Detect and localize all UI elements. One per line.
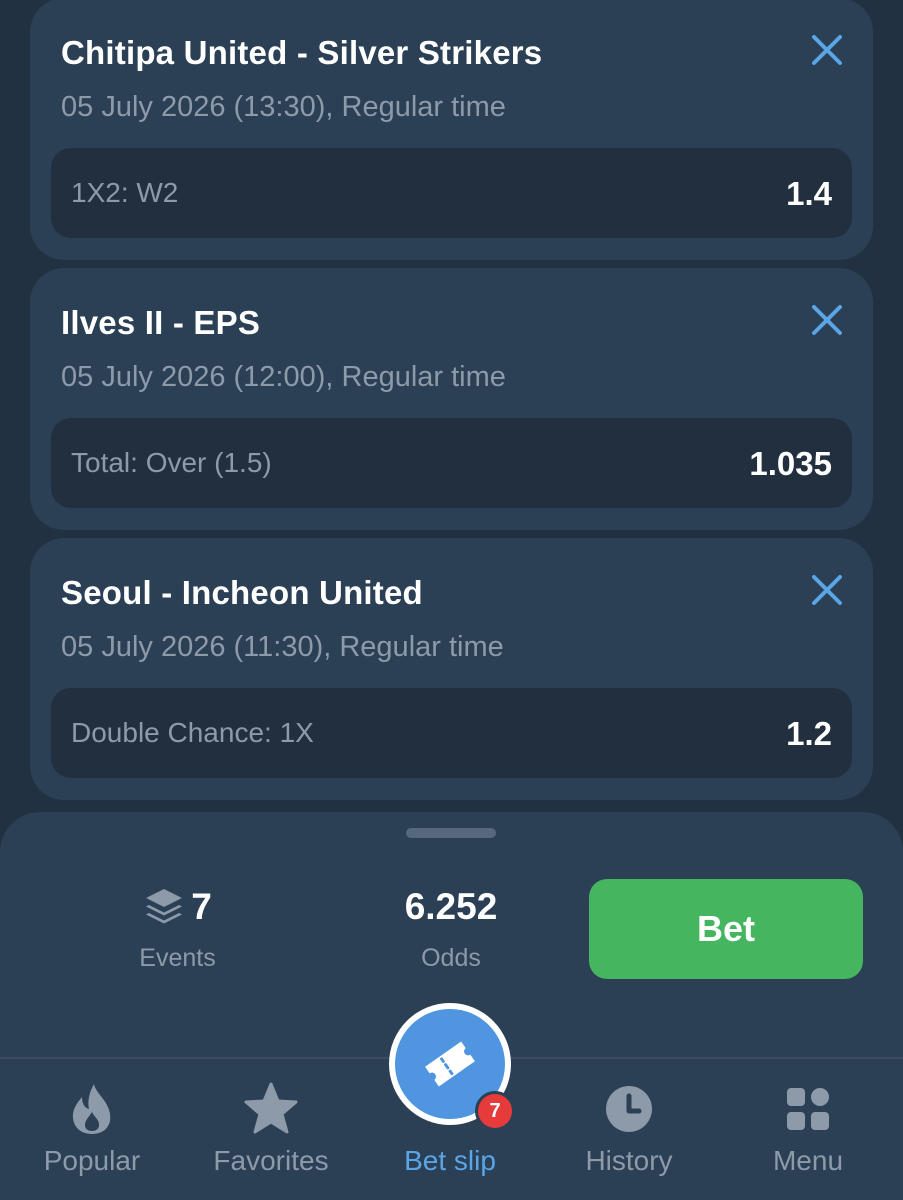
nav-popular-label: Popular [43, 1145, 141, 1176]
market-label: 1X2: W2 [71, 177, 179, 208]
bet-slip-screen: Chitipa United - Silver Strikers 05 July… [0, 0, 903, 1200]
odds-stat: 6.252 Odds [370, 884, 532, 973]
events-label: Events [139, 944, 216, 972]
market-row: Double Chance: 1X 1.2 [51, 688, 852, 778]
close-icon [812, 35, 842, 65]
drag-handle[interactable] [406, 828, 496, 838]
nav-popular[interactable]: Popular [2, 1059, 182, 1200]
ticket-icon [425, 1041, 475, 1087]
market-row: 1X2: W2 1.4 [51, 148, 852, 238]
grid-icon [787, 1088, 829, 1130]
match-datetime: 05 July 2026 (11:30), Regular time [61, 631, 504, 663]
nav-betslip-label: Bet slip [404, 1145, 496, 1176]
bet-card: Seoul - Incheon United 05 July 2026 (11:… [30, 538, 873, 800]
nav-history-label: History [585, 1145, 673, 1176]
remove-bet-button[interactable] [807, 570, 847, 610]
events-count: 7 [191, 886, 212, 927]
bet-card: Ilves II - EPS 05 July 2026 (12:00), Reg… [30, 268, 873, 530]
events-stat: 7 Events [120, 884, 235, 973]
market-odds: 1.035 [749, 445, 832, 482]
total-odds: 6.252 [404, 886, 498, 927]
clock-icon [606, 1086, 652, 1132]
close-icon [812, 575, 842, 605]
match-title: Chitipa United - Silver Strikers [61, 34, 543, 71]
star-icon [244, 1082, 298, 1134]
remove-bet-button[interactable] [807, 30, 847, 70]
match-datetime: 05 July 2026 (12:00), Regular time [61, 361, 506, 393]
market-label: Total: Over (1.5) [71, 447, 272, 478]
market-row: Total: Over (1.5) 1.035 [51, 418, 852, 508]
flame-icon [72, 1084, 111, 1134]
layers-icon [146, 889, 183, 924]
match-title: Ilves II - EPS [61, 304, 261, 341]
nav-menu[interactable]: Menu [718, 1059, 898, 1200]
market-odds: 1.4 [786, 175, 832, 212]
betslip-count-badge: 7 [475, 1091, 515, 1131]
remove-bet-button[interactable] [807, 300, 847, 340]
place-bet-button[interactable]: Bet [589, 879, 863, 979]
odds-label: Odds [421, 944, 481, 972]
nav-history[interactable]: History [539, 1059, 719, 1200]
match-datetime: 05 July 2026 (13:30), Regular time [61, 91, 506, 123]
nav-favorites[interactable]: Favorites [181, 1059, 361, 1200]
nav-favorites-label: Favorites [213, 1145, 329, 1176]
market-odds: 1.2 [786, 715, 832, 752]
nav-menu-label: Menu [772, 1145, 844, 1176]
match-title: Seoul - Incheon United [61, 574, 423, 611]
bet-card: Chitipa United - Silver Strikers 05 July… [30, 0, 873, 260]
close-icon [812, 305, 842, 335]
market-label: Double Chance: 1X [71, 717, 314, 748]
